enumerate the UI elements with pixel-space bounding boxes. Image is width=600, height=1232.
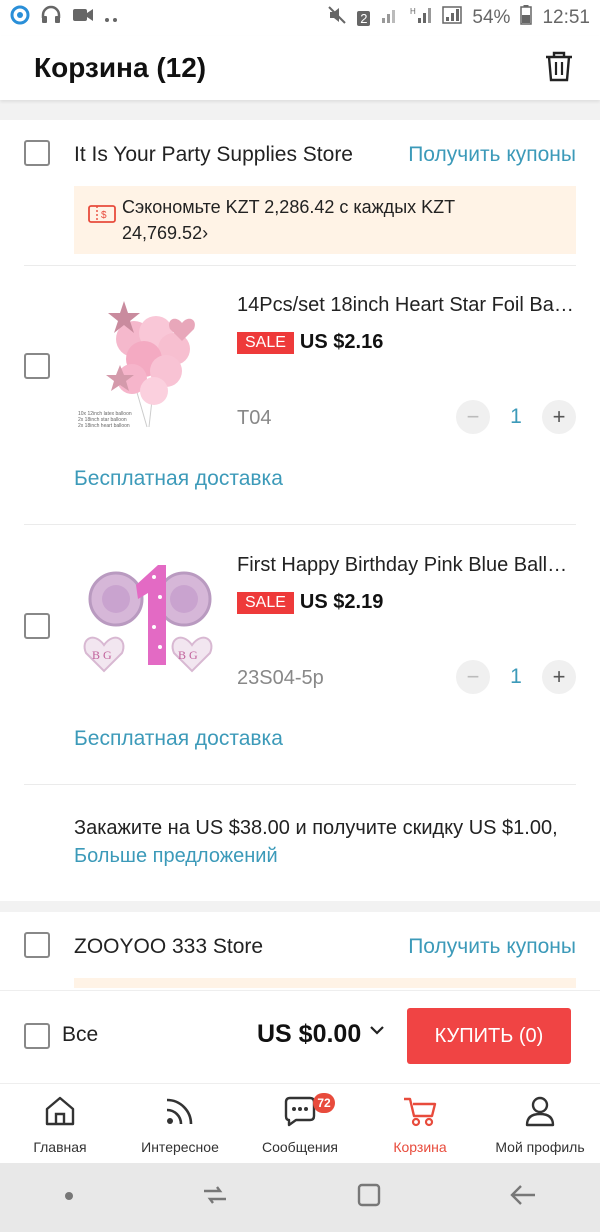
product-image-heart-star-balloons[interactable]: 10x 12inch latex balloon 2x 18inch star … xyxy=(74,287,220,433)
status-right: 2 H 54% 12:51 xyxy=(327,5,590,31)
item-sku[interactable]: T04 xyxy=(237,407,271,430)
increase-quantity-button[interactable]: + xyxy=(542,660,576,694)
svg-text:$: $ xyxy=(101,210,107,221)
store-name[interactable]: It Is Your Party Supplies Store xyxy=(74,143,353,167)
home-icon xyxy=(43,1094,77,1133)
checkout-bar: Все US $0.00 КУПИТЬ (0) xyxy=(0,990,600,1083)
chevron-down-icon[interactable] xyxy=(368,1023,386,1042)
total-price[interactable]: US $0.00 xyxy=(257,1020,361,1049)
divider xyxy=(24,265,576,266)
sale-badge: SALE xyxy=(237,331,294,354)
coupon-icon: $ xyxy=(88,204,116,231)
home-button-icon[interactable] xyxy=(355,1181,383,1214)
more-notifications-icon xyxy=(104,7,118,29)
get-coupons-link[interactable]: Получить купоны xyxy=(408,143,576,167)
decrease-quantity-button[interactable]: − xyxy=(456,660,490,694)
unread-count-badge: 72 xyxy=(313,1093,335,1113)
svg-text:H: H xyxy=(410,7,416,16)
tab-cart-label: Корзина xyxy=(393,1139,447,1155)
svg-text:2x 18inch heart balloon: 2x 18inch heart balloon xyxy=(78,423,130,429)
tab-messages-label: Сообщения xyxy=(262,1139,338,1155)
signal-icon-3 xyxy=(442,6,463,30)
video-icon xyxy=(72,7,94,29)
battery-percent: 54% xyxy=(472,7,511,28)
bottom-tab-bar: Главная Интересное 72 Сообщения Корзина … xyxy=(0,1083,600,1164)
signal-icon-2: H xyxy=(410,6,432,30)
tab-home[interactable]: Главная xyxy=(0,1084,120,1164)
tab-cart[interactable]: Корзина xyxy=(360,1084,480,1164)
item-price: US $2.16 xyxy=(299,331,384,353)
decrease-quantity-button[interactable]: − xyxy=(456,400,490,434)
tab-feed[interactable]: Интересное xyxy=(120,1084,240,1164)
tab-profile[interactable]: Мой профиль xyxy=(480,1084,600,1164)
cart-header: Корзина (12) xyxy=(0,36,600,100)
store-offer: Закажите на US $38.00 и получите скидку … xyxy=(74,814,574,870)
store-promo-banner[interactable]: $ Сэкономьте KZT 2,286.42 с каждых KZT 2… xyxy=(74,186,576,254)
free-shipping-label: Бесплатная доставка xyxy=(74,467,283,490)
store-card: ZOOYOO 333 Store Получить купоны xyxy=(0,912,600,1002)
promo-text-line1: Сэкономьте KZT 2,286.42 с каждых KZT xyxy=(122,197,456,217)
more-offers-link[interactable]: Больше предложений xyxy=(74,845,278,867)
offer-text: Закажите на US $38.00 и получите скидку … xyxy=(74,817,558,839)
tab-profile-label: Мой профиль xyxy=(495,1139,585,1155)
store-promo-banner xyxy=(74,978,576,988)
increase-quantity-button[interactable]: + xyxy=(542,400,576,434)
item-title[interactable]: First Happy Birthday Pink Blue Balloons … xyxy=(237,554,577,577)
select-all-label[interactable]: Все xyxy=(62,1023,98,1047)
item-title[interactable]: 14Pcs/set 18inch Heart Star Foil Balloon… xyxy=(237,294,577,317)
page-title: Корзина (12) xyxy=(34,52,207,83)
item-sku[interactable]: 23S04-5p xyxy=(237,667,324,690)
tab-home-label: Главная xyxy=(33,1139,87,1155)
cart-icon xyxy=(402,1094,438,1133)
clock: 12:51 xyxy=(542,7,590,28)
quantity-stepper: − 1 + xyxy=(456,400,576,434)
back-icon[interactable] xyxy=(508,1183,538,1212)
price-row: SALE US $2.16 xyxy=(237,331,383,354)
product-image-birthday-balloons[interactable]: B G B G xyxy=(74,547,220,693)
item-checkbox[interactable] xyxy=(24,613,50,639)
store-checkbox[interactable] xyxy=(24,932,50,958)
trash-icon[interactable] xyxy=(544,50,574,87)
buy-button[interactable]: КУПИТЬ (0) xyxy=(407,1008,571,1064)
get-coupons-link[interactable]: Получить купоны xyxy=(408,935,576,959)
quantity-stepper: − 1 + xyxy=(456,660,576,694)
recent-apps-icon[interactable] xyxy=(200,1183,230,1212)
chevron-right-icon: › xyxy=(202,223,209,243)
store-card: It Is Your Party Supplies Store Получить… xyxy=(0,120,600,901)
divider xyxy=(24,784,576,785)
signal-icon xyxy=(380,6,400,30)
svg-text:B G: B G xyxy=(92,648,112,662)
free-shipping-label: Бесплатная доставка xyxy=(74,727,283,750)
tab-feed-label: Интересное xyxy=(141,1139,219,1155)
tab-messages[interactable]: 72 Сообщения xyxy=(240,1084,360,1164)
mute-icon xyxy=(327,5,347,31)
select-all-checkbox[interactable] xyxy=(24,1023,50,1049)
item-checkbox[interactable] xyxy=(24,353,50,379)
headset-icon xyxy=(40,5,62,31)
feed-icon xyxy=(163,1094,197,1133)
promo-text-line2: 24,769.52 xyxy=(122,223,203,243)
store-checkbox[interactable] xyxy=(24,140,50,166)
quantity-value[interactable]: 1 xyxy=(490,665,542,689)
status-left xyxy=(10,5,118,31)
nav-dot-icon[interactable] xyxy=(63,1189,75,1207)
svg-text:B G: B G xyxy=(178,648,198,662)
sim-icon: 2 xyxy=(357,10,371,26)
store-name[interactable]: ZOOYOO 333 Store xyxy=(74,935,263,959)
battery-icon xyxy=(520,5,533,31)
app-notification-icon xyxy=(10,5,30,31)
item-price: US $2.19 xyxy=(299,591,384,613)
status-bar: 2 H 54% 12:51 xyxy=(0,0,600,36)
system-nav-bar xyxy=(0,1163,600,1232)
price-row: SALE US $2.19 xyxy=(237,591,383,614)
quantity-value[interactable]: 1 xyxy=(490,405,542,429)
profile-icon xyxy=(523,1094,557,1133)
sale-badge: SALE xyxy=(237,591,294,614)
divider xyxy=(24,524,576,525)
